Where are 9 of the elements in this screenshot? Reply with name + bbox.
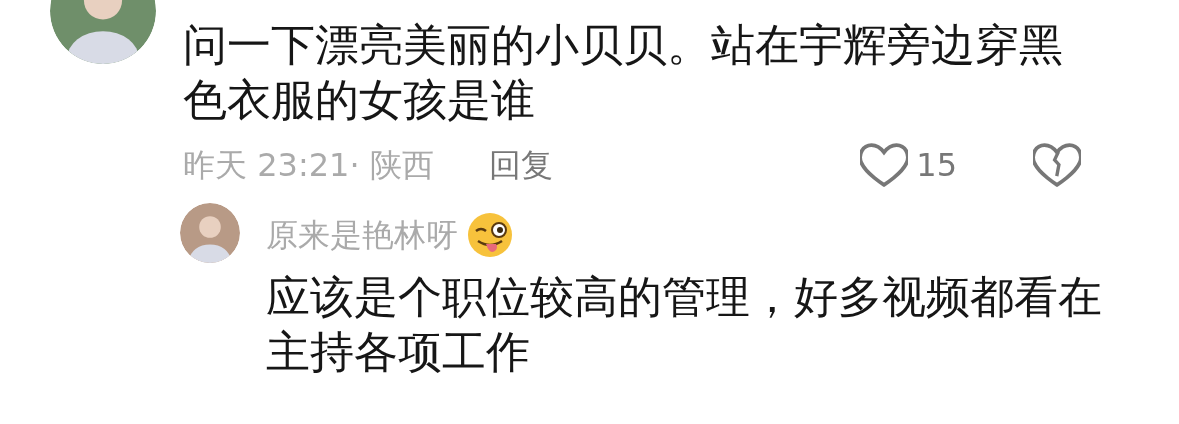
reply-text: 应该是个职位较高的管理，好多视频都看在主持各项工作 [266, 270, 1103, 379]
like-icon[interactable] [860, 142, 909, 188]
dislike-icon[interactable] [1033, 142, 1081, 188]
reply-author[interactable]: 原来是艳林呀 [266, 211, 458, 259]
comment-time: 昨天 23:21· 陕西 [183, 145, 434, 186]
reply-link[interactable]: 回复 [488, 141, 553, 189]
winking-face-icon [466, 211, 514, 259]
comment-text: 问一下漂亮美丽的小贝贝。站在宇辉旁边穿黑色衣服的女孩是谁 [183, 18, 1064, 127]
like-count: 15 [916, 145, 957, 186]
